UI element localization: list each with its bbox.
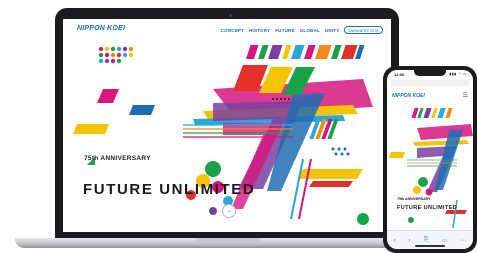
site-nav: CONCEPT HISTORY FUTURE GLOBAL UNITY JAPA… <box>221 26 383 34</box>
hero-artwork <box>73 45 373 225</box>
site-logo[interactable]: NIPPON KOEI <box>77 25 125 32</box>
hamburger-menu-icon[interactable]: ☰ <box>463 93 468 99</box>
tabs-icon[interactable]: ▭ <box>442 237 448 244</box>
nav-item-history[interactable]: HISTORY <box>249 28 270 33</box>
language-button[interactable]: JAPANESE SITE <box>344 26 383 34</box>
phone-site-logo[interactable]: NIPPON KOEI <box>392 93 425 99</box>
laptop-notch <box>196 238 260 242</box>
site-header: NIPPON KOEI CONCEPT HISTORY FUTURE GLOBA… <box>63 19 391 39</box>
phone-screen: 12:00 ▮▮▮ ◠ ▭ NIPPON KOEI ☰ 75th ANNIVER… <box>387 70 473 249</box>
status-icons: ▮▮▮ ◠ ▭ <box>449 72 467 76</box>
phone-notch <box>414 70 446 76</box>
home-indicator <box>415 245 445 247</box>
scroll-down-button[interactable]: ⌄ <box>222 204 236 218</box>
status-time: 12:00 <box>394 72 405 77</box>
laptop-camera <box>229 14 232 17</box>
anniversary-label: 75th ANNIVERSARY <box>84 155 151 162</box>
nav-item-global[interactable]: GLOBAL <box>300 28 320 33</box>
laptop-screen: NIPPON KOEI CONCEPT HISTORY FUTURE GLOBA… <box>63 19 391 232</box>
hero-headline: FUTURE UNLIMITED <box>83 181 256 198</box>
more-icon[interactable]: ⋯ <box>460 237 466 244</box>
back-icon[interactable]: ‹ <box>394 238 396 244</box>
phone-hero-headline: FUTURE UNLIMITED <box>397 205 458 211</box>
nav-item-unity[interactable]: UNITY <box>325 28 340 33</box>
phone-url-bar[interactable] <box>391 80 469 86</box>
nav-item-concept[interactable]: CONCEPT <box>221 28 244 33</box>
forward-icon[interactable]: › <box>409 238 411 244</box>
share-icon[interactable]: ⎘ <box>424 237 429 244</box>
phone-anniversary-label: 75th ANNIVERSARY <box>397 197 431 201</box>
chevron-down-icon: ⌄ <box>226 208 232 214</box>
nav-item-future[interactable]: FUTURE <box>275 28 294 33</box>
